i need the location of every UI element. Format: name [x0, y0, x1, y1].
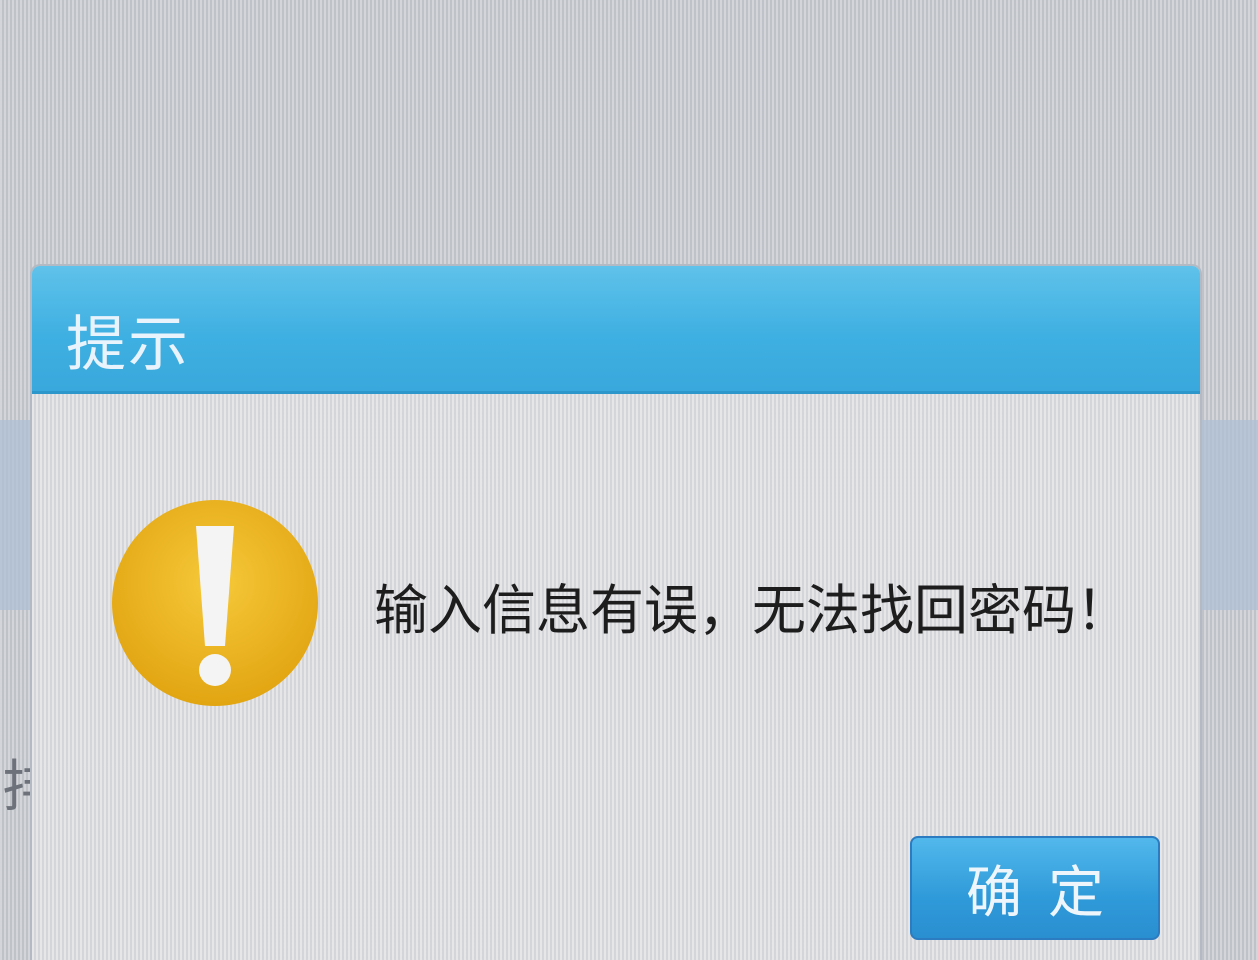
dialog-title: 提示: [66, 310, 190, 380]
background-partial-text: 排: [2, 755, 32, 820]
confirm-button[interactable]: 确定: [910, 836, 1160, 940]
alert-dialog: 提示 输入信息有误，无法找回密码！ 确定: [30, 264, 1202, 960]
dialog-message: 输入信息有误，无法找回密码！: [374, 579, 1130, 642]
dialog-titlebar[interactable]: 提示: [32, 266, 1200, 394]
warning-exclamation-icon: [110, 498, 320, 708]
